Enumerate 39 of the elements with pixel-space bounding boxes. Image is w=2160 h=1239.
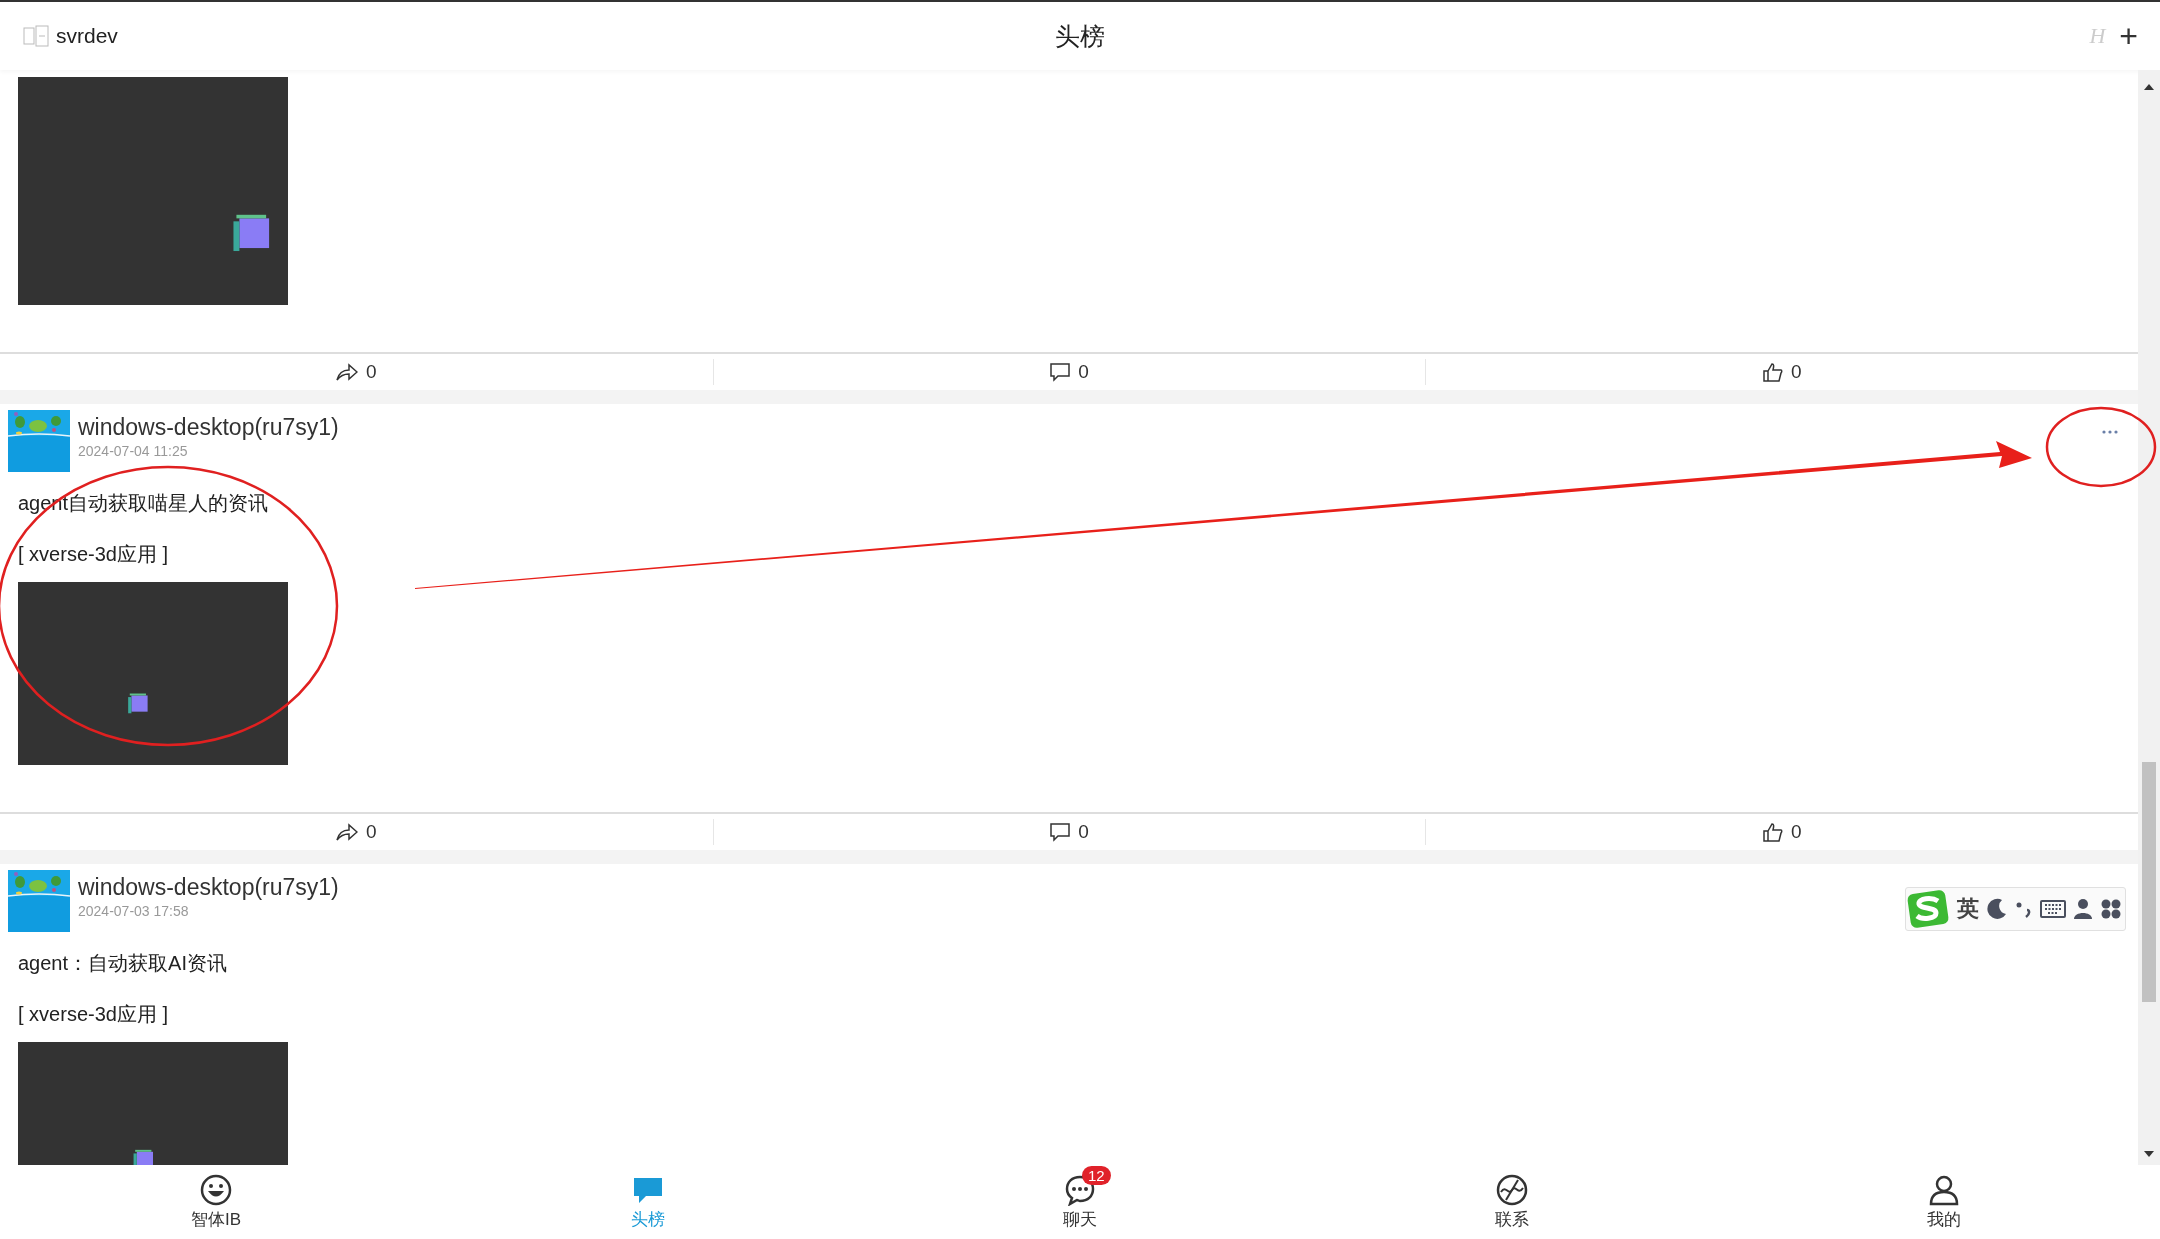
page-title: 头榜 [1055, 20, 1105, 52]
nav-tab[interactable]: 我的 [1728, 1165, 2160, 1239]
nav-tab[interactable]: 联系 [1296, 1165, 1728, 1239]
like-count[interactable]: 0 [1790, 361, 1802, 383]
thumbs-up-icon [1762, 822, 1783, 842]
grid-icon[interactable] [2100, 898, 2122, 920]
scroll-down-icon[interactable] [2144, 1151, 2154, 1157]
keyboard-icon[interactable] [2040, 899, 2066, 919]
share-count[interactable]: 0 [366, 821, 377, 843]
comment-icon [1050, 822, 1071, 842]
post-time: 2024-07-04 11:25 [78, 443, 189, 459]
input-mode-label[interactable]: 英 [1957, 894, 1979, 924]
scroll-up-icon[interactable] [2144, 84, 2154, 90]
like-count[interactable]: 0 [1790, 821, 1802, 843]
moon-icon[interactable] [1986, 898, 2008, 920]
post-text: agent：自动获取AI资讯 [18, 951, 228, 976]
share-icon [336, 363, 359, 381]
thumbs-up-icon [1762, 362, 1783, 382]
app-name: svrdev [56, 24, 118, 48]
nav-tab[interactable]: 12 聊天 [864, 1165, 1296, 1239]
comment-count[interactable]: 0 [1078, 821, 1089, 843]
comment-count[interactable]: 0 [1078, 361, 1089, 383]
logo-icon [22, 22, 50, 50]
add-button[interactable]: + [2119, 20, 2138, 52]
nav-tab[interactable]: 智体IB [0, 1165, 432, 1239]
author-name: windows-desktop(ru7sy1) [78, 414, 339, 441]
person-icon[interactable] [2073, 898, 2093, 920]
app-tag: [ xverse-3d应用 ] [18, 541, 2120, 568]
share-count[interactable]: 0 [366, 361, 377, 383]
scrollbar-thumb[interactable] [2142, 762, 2156, 1002]
comment-icon [1050, 362, 1071, 382]
post-time: 2024-07-03 17:58 [78, 903, 190, 919]
unread-badge: 12 [1082, 1165, 1111, 1185]
author-name: windows-desktop(ru7sy1) [78, 874, 339, 901]
person-icon [1928, 1173, 1960, 1206]
more-icon[interactable] [2102, 430, 2118, 434]
smiley-icon [200, 1173, 232, 1206]
app-tag: [ xverse-3d应用 ] [18, 1001, 2120, 1028]
share-icon [336, 823, 359, 841]
